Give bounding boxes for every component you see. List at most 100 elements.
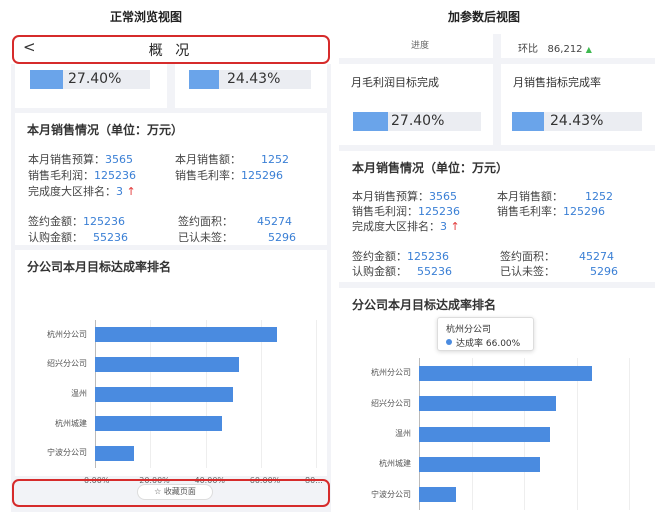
chart-title: 分公司本月目标达成率排名 (352, 298, 497, 312)
category-label: 绍兴分公司 (371, 398, 411, 408)
footer-highlight-box (12, 479, 330, 507)
progress-value: 24.43% (227, 71, 281, 87)
top-progress-card: 进度 (339, 34, 493, 58)
unsigned-amount-label: 已认未签： (178, 231, 233, 244)
category-label: 杭州分公司 (371, 368, 411, 378)
region-rank: 完成度大区排名：3 ↑ (28, 183, 136, 199)
contract-amount: 签约金额：125236 (352, 248, 449, 264)
tooltip-value: 达成率 66.00% (456, 336, 520, 349)
bar[interactable] (419, 426, 551, 442)
progress-fill (512, 112, 544, 131)
bar[interactable] (95, 416, 223, 432)
grid-line (629, 358, 630, 510)
progress-bar-sales: 24.43% (512, 112, 642, 131)
profit-target-card: 月毛利润目标完成 27.40% (339, 64, 493, 145)
mom-card: 环比 86,212 ▲ (501, 34, 655, 58)
sales-budget: 本月销售预算：3565 (352, 188, 457, 204)
category-label: 宁波分公司 (371, 489, 411, 499)
bar[interactable] (419, 487, 456, 503)
chart-title: 分公司本月目标达成率排名 (27, 260, 172, 274)
monthly-sales-card: 本月销售情况（单位：万元） 本月销售预算：3565 本月销售额： 1252 销售毛… (15, 113, 327, 245)
gross-margin: 销售毛利率：125296 (497, 203, 605, 219)
bar[interactable] (95, 386, 234, 402)
unsigned-amount: 已认未签： 5296 (178, 229, 296, 245)
progress-bar-profit: 27.40% (353, 112, 481, 131)
category-label: 温州 (395, 429, 411, 438)
right-view-caption: 加参数后视图 (448, 10, 521, 24)
gross-profit: 销售毛利润：125236 (352, 203, 460, 219)
progress-bar-sales: 24.43% (189, 70, 311, 89)
contract-area-label: 签约面积： (178, 215, 233, 228)
rank-up-arrow-icon: ↑ (450, 220, 460, 233)
grid-line (576, 358, 578, 510)
gross-margin-label: 销售毛利率： (497, 205, 563, 218)
progress-value: 24.43% (550, 113, 604, 129)
contract-area-label: 签约面积： (500, 250, 555, 263)
progress-fill (189, 70, 219, 89)
progress-value: 27.40% (391, 113, 445, 129)
bar[interactable] (419, 396, 556, 412)
sales-budget-label: 本月销售预算： (352, 190, 429, 203)
contract-area: 签约面积： 45274 (178, 213, 292, 229)
region-rank: 完成度大区排名：3 ↑ (352, 218, 460, 234)
mom-value: 86,212 (547, 44, 583, 55)
contract-area: 签约面积： 45274 (500, 248, 614, 264)
sales-budget-value: 3565 (105, 153, 133, 166)
region-rank-value: 3 (440, 220, 447, 233)
category-label: 杭州城建 (55, 418, 87, 428)
category-label: 杭州城建 (379, 459, 411, 469)
tooltip-series-label: 达成率 (456, 339, 484, 349)
gross-profit-value: 125236 (94, 169, 136, 182)
sales-amount: 本月销售额： 1252 (175, 151, 289, 167)
sales-amount: 本月销售额： 1252 (497, 188, 613, 204)
unsigned-amount-value: 5296 (590, 265, 618, 278)
subscribe-amount: 认购金额： 55236 (352, 263, 452, 279)
sales-budget: 本月销售预算：3565 (28, 151, 133, 167)
category-label: 宁波分公司 (47, 448, 87, 458)
gross-margin: 销售毛利率：125296 (175, 167, 283, 183)
subscribe-amount: 认购金额： 55236 (28, 229, 128, 245)
bar[interactable] (419, 456, 540, 472)
region-rank-value: 3 (116, 185, 123, 198)
progress-label: 进度 (411, 41, 430, 51)
unsigned-amount-value: 5296 (268, 231, 296, 244)
left-phone-view: < 概 况 27.40% 24.43% 本月销售情况（单位：万元） 本月销售预算… (11, 34, 331, 512)
gross-profit-label: 销售毛利润： (352, 205, 418, 218)
contract-amount-value: 125236 (407, 250, 449, 263)
contract-amount-label: 签约金额： (352, 250, 407, 263)
contract-area-value: 45274 (257, 215, 292, 228)
sales-amount-label: 本月销售额： (175, 153, 241, 166)
bar[interactable] (95, 327, 278, 343)
gross-margin-value: 125296 (241, 169, 283, 182)
category-label: 杭州分公司 (47, 329, 87, 339)
gross-profit-value: 125236 (418, 205, 460, 218)
grid-line (316, 320, 317, 468)
sales-section-title: 本月销售情况（单位：万元） (27, 123, 184, 137)
sales-budget-value: 3565 (429, 190, 457, 203)
region-rank-label: 完成度大区排名： (352, 220, 440, 233)
sales-target-title: 月销售指标完成率 (513, 76, 601, 89)
bar[interactable] (95, 445, 134, 461)
mom-label: 环比 (518, 44, 538, 55)
subscribe-amount-value: 55236 (93, 231, 128, 244)
bar[interactable] (419, 365, 593, 381)
sales-amount-value: 1252 (585, 190, 613, 203)
progress-value: 27.40% (68, 71, 122, 87)
rank-up-arrow-icon: ↑ (126, 185, 136, 198)
contract-amount: 签约金额：125236 (28, 213, 125, 229)
category-label: 温州 (71, 389, 87, 398)
tooltip-category: 杭州分公司 (446, 325, 492, 335)
bar[interactable] (95, 356, 239, 372)
chart-tooltip: 杭州分公司 达成率 66.00% (437, 317, 534, 351)
progress-fill (353, 112, 389, 131)
subscribe-amount-label: 认购金额： (28, 231, 83, 244)
sales-amount-value: 1252 (261, 153, 289, 166)
unsigned-amount-label: 已认未签： (500, 265, 555, 278)
category-label: 绍兴分公司 (47, 359, 87, 369)
header-highlight-box (12, 35, 330, 64)
progress-card-sales: 24.43% (175, 64, 327, 108)
sales-budget-label: 本月销售预算： (28, 153, 105, 166)
gross-profit-label: 销售毛利润： (28, 169, 94, 182)
gross-profit: 销售毛利润：125236 (28, 167, 136, 183)
contract-amount-label: 签约金额： (28, 215, 83, 228)
